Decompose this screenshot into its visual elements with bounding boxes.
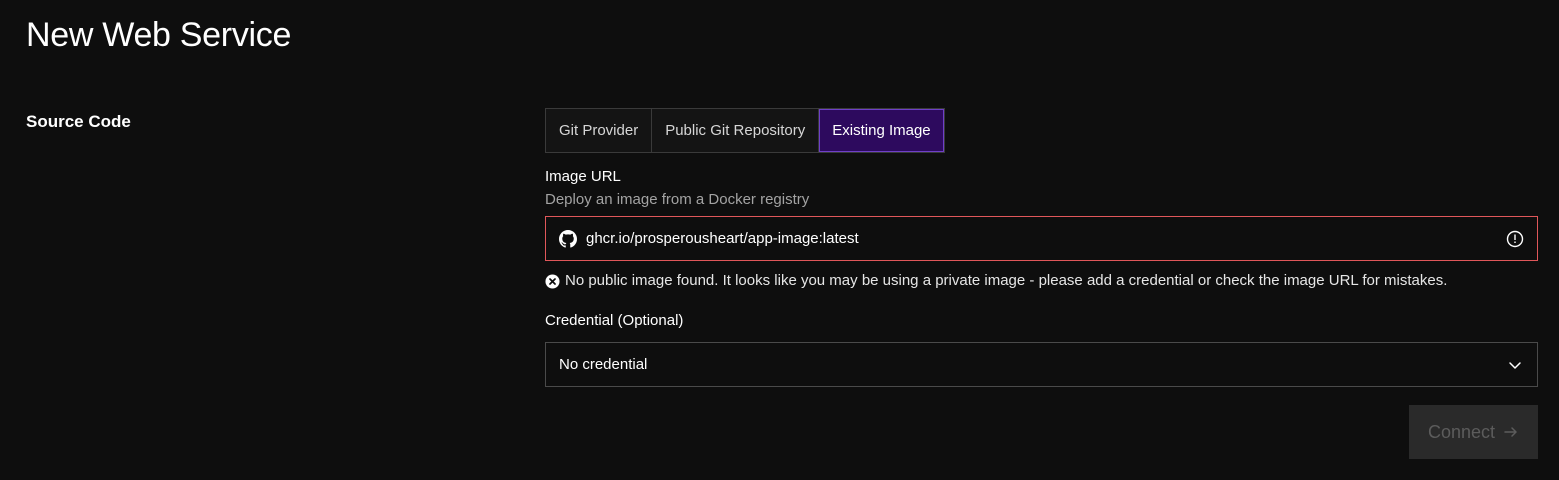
page-title: New Web Service: [26, 16, 292, 54]
tab-public-git-repository[interactable]: Public Git Repository: [652, 109, 820, 152]
tab-existing-image[interactable]: Existing Image: [819, 109, 944, 152]
image-url-error: No public image found. It looks like you…: [545, 271, 1447, 291]
chevron-down-icon: [1507, 357, 1523, 373]
credential-selected-value: No credential: [559, 356, 648, 373]
credential-select[interactable]: No credential: [545, 342, 1538, 387]
connect-button[interactable]: Connect: [1409, 405, 1538, 459]
new-web-service-page: New Web Service Source Code Git Provider…: [0, 0, 1559, 480]
warning-circle-icon: [1506, 230, 1524, 248]
connect-button-label: Connect: [1427, 421, 1496, 442]
source-code-label: Source Code: [26, 112, 131, 131]
arrow-right-icon: [1503, 424, 1519, 440]
error-message: No public image found. It looks like you…: [565, 272, 1448, 289]
image-url-input[interactable]: [586, 217, 1506, 260]
tab-git-provider[interactable]: Git Provider: [546, 109, 653, 152]
error-x-circle-icon: [545, 273, 560, 289]
image-url-field: [545, 216, 1538, 261]
github-icon: [559, 229, 577, 248]
image-url-label: Image URL: [545, 168, 621, 185]
image-url-help-text: Deploy an image from a Docker registry: [545, 191, 810, 208]
source-tabs: Git Provider Public Git Repository Exist…: [545, 108, 945, 153]
credential-label: Credential (Optional): [545, 312, 684, 329]
